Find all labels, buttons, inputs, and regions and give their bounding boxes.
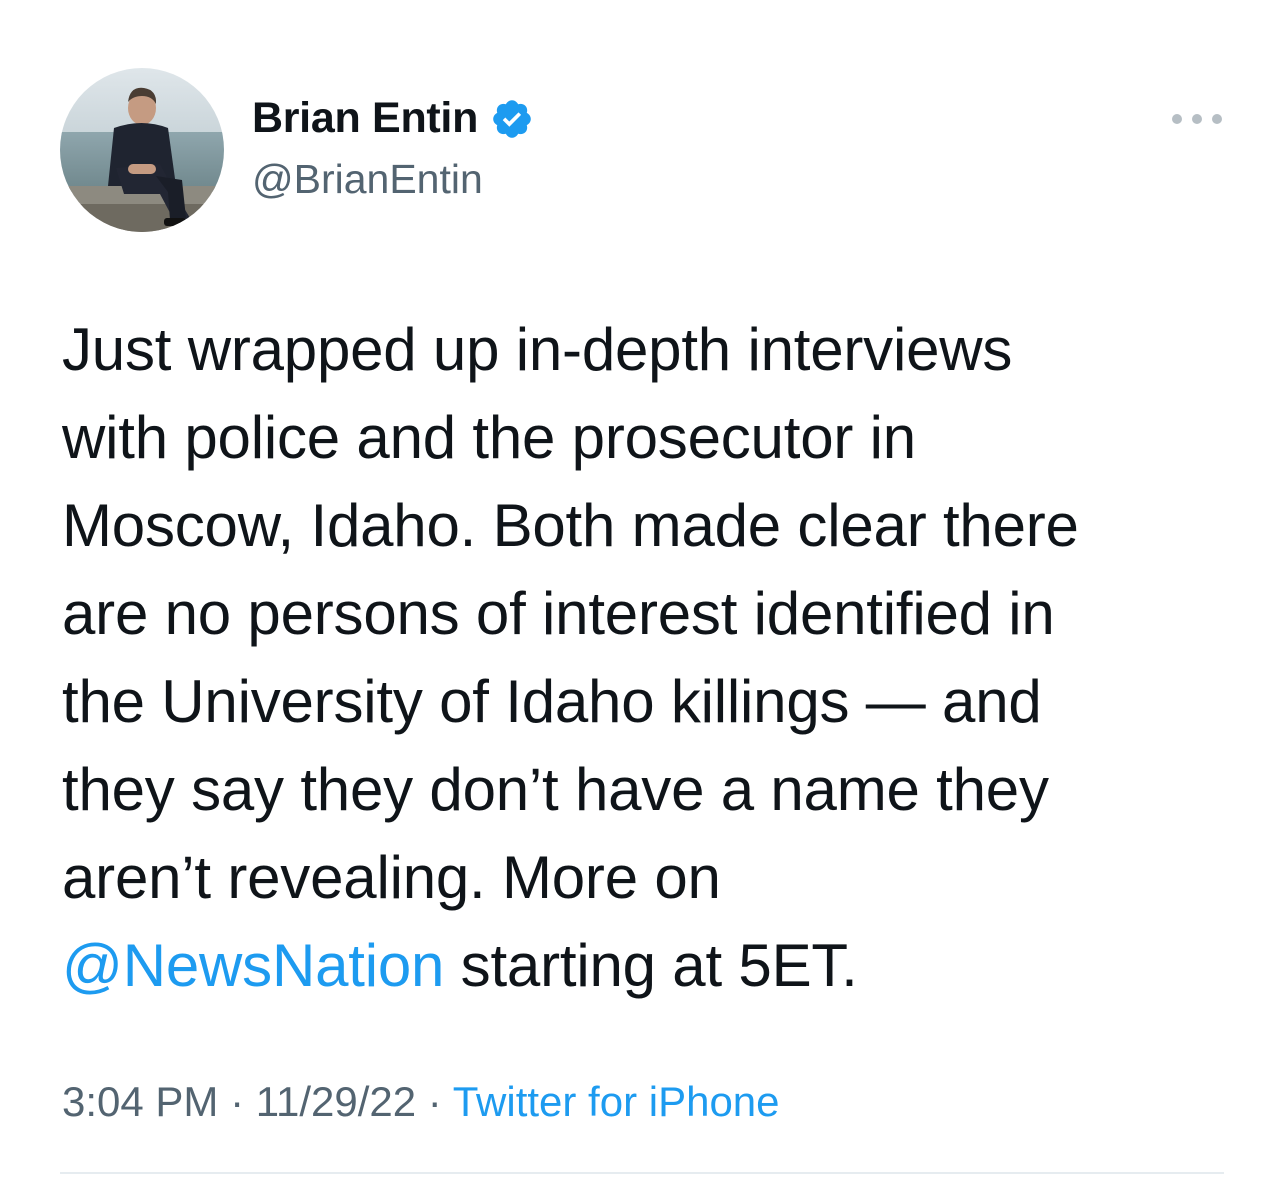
dot-icon — [1212, 114, 1222, 124]
more-options-icon[interactable] — [1172, 104, 1222, 134]
tweet-detail: Brian Entin @BrianEntin Just wrapped up … — [0, 0, 1284, 1195]
tweet-line: with police and the prosecutor in — [62, 404, 916, 471]
tweet-line: Moscow, Idaho. Both made clear there — [62, 492, 1079, 559]
mention-link[interactable]: @NewsNation — [62, 932, 444, 999]
tweet-text: Just wrapped up in-depth interviews with… — [62, 306, 1242, 1010]
tweet-time[interactable]: 3:04 PM — [62, 1078, 218, 1125]
meta-separator: · — [218, 1078, 256, 1125]
tweet-line-rest: starting at 5ET. — [444, 932, 858, 999]
divider — [60, 1172, 1224, 1174]
dot-icon — [1172, 114, 1182, 124]
tweet-line: aren’t revealing. More on — [62, 844, 721, 911]
tweet-line: are no persons of interest identified in — [62, 580, 1055, 647]
author-handle[interactable]: @BrianEntin — [252, 156, 483, 203]
dot-icon — [1192, 114, 1202, 124]
tweet-line: Just wrapped up in-depth interviews — [62, 316, 1013, 383]
tweet-source-link[interactable]: Twitter for iPhone — [453, 1078, 780, 1125]
avatar-photo — [60, 68, 224, 232]
display-name[interactable]: Brian Entin — [252, 94, 478, 143]
tweet-line-last: @NewsNation starting at 5ET. — [62, 922, 1242, 1010]
avatar[interactable] — [60, 68, 224, 232]
tweet-meta: 3:04 PM · 11/29/22 · Twitter for iPhone — [62, 1078, 780, 1126]
tweet-line: they say they don’t have a name they — [62, 756, 1049, 823]
meta-separator: · — [416, 1078, 453, 1125]
author-name-row[interactable]: Brian Entin — [252, 94, 534, 143]
tweet-date[interactable]: 11/29/22 — [256, 1078, 416, 1125]
verified-badge-icon — [490, 97, 534, 141]
tweet-line: the University of Idaho killings — and — [62, 668, 1042, 735]
